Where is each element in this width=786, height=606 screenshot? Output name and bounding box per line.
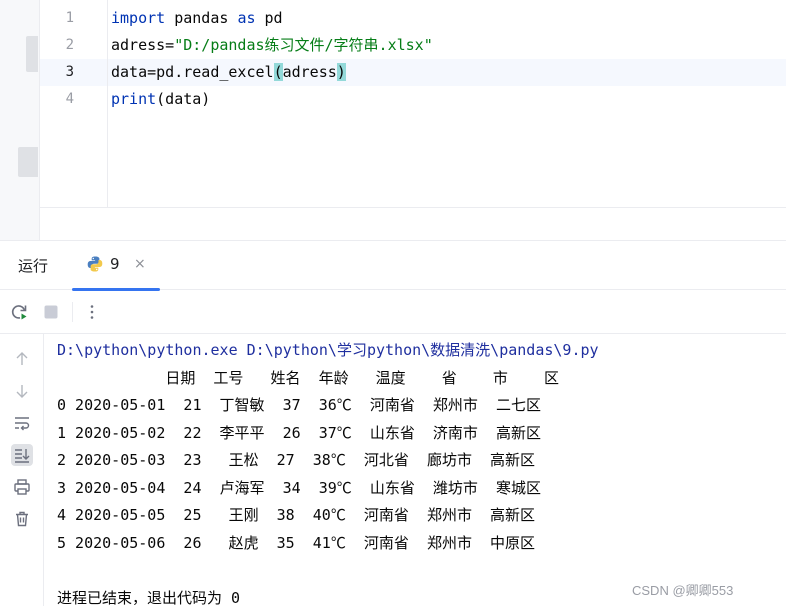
soft-wrap-icon — [15, 417, 30, 431]
code-token: ( — [273, 63, 283, 81]
code-token: (data) — [156, 90, 211, 108]
gutter-marker — [18, 147, 38, 177]
code-token: import — [111, 9, 166, 27]
code-line[interactable]: data=pd.read_excel(adress) — [111, 59, 433, 86]
python-icon — [87, 256, 103, 272]
console-command-line: D:\python\python.exe D:\python\学习python\… — [57, 341, 599, 359]
code-editor[interactable]: 1 2 3 4 import pandas as pd adress="D:/pa… — [0, 0, 786, 240]
console-table-line: 4 2020-05-05 25 王刚 38 40℃ 河南省 郑州市 高新区 — [57, 506, 536, 524]
line-number: 4 — [65, 91, 74, 107]
scroll-to-end-button[interactable] — [11, 444, 33, 466]
console-table-line: 0 2020-05-01 21 丁智敏 37 36℃ 河南省 郑州市 二七区 — [57, 396, 541, 414]
scroll-up-button[interactable] — [11, 348, 33, 370]
run-window-title: 运行 — [18, 257, 49, 275]
code-token: adress= — [111, 36, 175, 54]
run-tab-label: 9 — [110, 255, 120, 273]
rerun-button[interactable] — [9, 302, 29, 322]
line-number: 1 — [65, 10, 74, 26]
toolbar-separator — [72, 302, 73, 322]
code-line[interactable]: print(data) — [111, 86, 433, 113]
scroll-to-end-icon — [15, 449, 30, 463]
scroll-down-button[interactable] — [11, 380, 33, 402]
console-table-line: 2 2020-05-03 23 王松 27 38℃ 河北省 廊坊市 高新区 — [57, 451, 536, 469]
code-token: adress — [282, 63, 337, 81]
clear-console-button[interactable] — [11, 508, 33, 530]
line-number-gutter: 1 2 3 4 — [40, 0, 108, 208]
code-token: pandas — [165, 9, 238, 27]
rerun-icon — [11, 305, 27, 320]
line-number: 3 — [65, 64, 74, 80]
more-vertical-icon — [90, 305, 94, 319]
code-token: as — [237, 9, 256, 27]
tool-window-header: 运行 9 × — [0, 241, 786, 291]
code-token: data=pd.read_excel — [111, 63, 274, 81]
console-output[interactable]: D:\python\python.exe D:\python\学习python\… — [57, 337, 599, 606]
editor-left-strip — [0, 0, 40, 240]
arrow-up-icon — [16, 352, 28, 365]
run-tool-window: 运行 9 × D:\python\python.exe D:\python\学习… — [0, 240, 786, 606]
gutter-marker — [26, 36, 38, 72]
code-line[interactable]: adress="D:/pandas练习文件/字符串.xlsx" — [111, 32, 433, 59]
code-line[interactable]: import pandas as pd — [111, 5, 433, 32]
code-text[interactable]: import pandas as pd adress="D:/pandas练习文件… — [111, 5, 433, 113]
console-table-line: 5 2020-05-06 26 赵虎 35 41℃ 河南省 郑州市 中原区 — [57, 533, 536, 552]
code-token: "D:/pandas练习文件/字符串.xlsx" — [174, 36, 433, 54]
soft-wrap-button[interactable] — [11, 412, 33, 434]
run-toolbar — [0, 290, 786, 334]
console-exit-message: 进程已结束，退出代码为 0 — [57, 588, 241, 606]
console-table-line: 1 2020-05-02 22 李平平 26 37℃ 山东省 济南市 高新区 — [57, 423, 541, 442]
stop-icon — [44, 305, 58, 319]
console-side-toolbar — [0, 334, 44, 606]
run-tab[interactable]: 9 × — [72, 241, 160, 291]
console-table-line: 日期 工号 姓名 年龄 温度 省 市 区 — [57, 368, 560, 387]
more-options-button[interactable] — [82, 302, 102, 322]
stop-button[interactable] — [41, 302, 61, 322]
printer-icon — [14, 479, 30, 495]
code-token: print — [111, 90, 157, 108]
code-token: ) — [336, 63, 346, 81]
code-token: pd — [255, 9, 283, 27]
print-button[interactable] — [11, 476, 33, 498]
line-number: 2 — [65, 37, 74, 53]
watermark: CSDN @卿卿553 — [632, 583, 734, 598]
arrow-down-icon — [16, 385, 28, 398]
close-icon[interactable]: × — [134, 256, 146, 272]
trash-icon — [16, 511, 28, 527]
console-table-line: 3 2020-05-04 24 卢海军 34 39℃ 山东省 潍坊市 寒城区 — [57, 478, 541, 497]
editor-divider — [40, 207, 786, 208]
